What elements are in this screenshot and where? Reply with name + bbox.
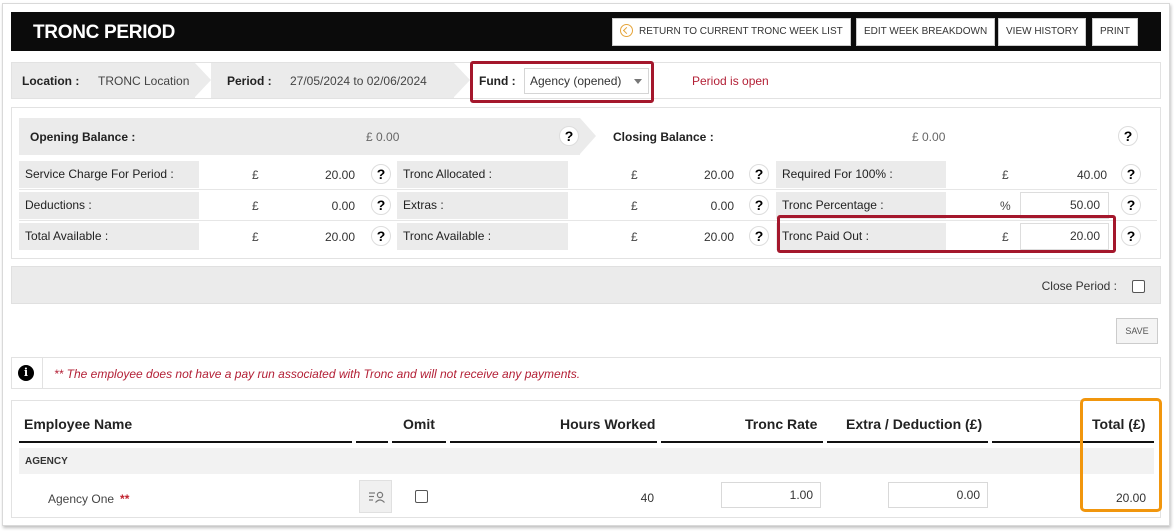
return-to-week-list-button[interactable]: RETURN TO CURRENT TRONC WEEK LIST [612,18,851,46]
currency-symbol: £ [1002,168,1009,182]
total-available-help-icon[interactable]: ? [371,226,391,246]
print-button[interactable]: PRINT [1092,18,1138,46]
employee-name[interactable]: Agency One ** [48,492,129,506]
col-employee-name: Employee Name [24,416,133,432]
view-history-button[interactable]: VIEW HISTORY [998,18,1087,46]
total-highlight-box [1080,398,1162,512]
total-available-label: Total Available : [19,223,199,250]
employee-details-button[interactable] [359,480,392,513]
tronc-allocated-label: Tronc Allocated : [397,161,568,188]
opening-balance-value: £ 0.00 [366,130,400,144]
extras-label: Extras : [397,192,568,219]
crumb-arrow [195,63,211,97]
required-100-help-icon[interactable]: ? [1121,164,1141,184]
tronc-paid-out-help-icon[interactable]: ? [1121,226,1141,246]
required-100-value: 40.00 [1076,168,1107,182]
tronc-available-value: 20.00 [703,230,734,244]
tronc-period-page: TRONC PERIOD RETURN TO CURRENT TRONC WEE… [2,3,1170,526]
extra-deduction-input[interactable]: 0.00 [888,482,988,508]
closing-balance-value: £ 0.00 [912,130,946,144]
group-label: AGENCY [25,456,68,467]
close-period-bar: Close Period : [11,266,1161,304]
balance-arrow [580,118,596,154]
tronc-rate-input[interactable]: 1.00 [721,482,821,508]
tronc-allocated-value: 20.00 [703,168,734,182]
close-period-checkbox[interactable] [1132,280,1145,293]
currency-symbol: £ [631,199,638,213]
percent-symbol: % [1000,199,1011,213]
opening-balance-row: Opening Balance : £ 0.00 ? [19,118,580,155]
fund-highlight-box [470,61,654,103]
header-underline [356,441,388,443]
service-charge-label: Service Charge For Period : [19,161,199,188]
opening-balance-label: Opening Balance : [30,130,136,144]
info-icon: i [18,365,34,381]
tronc-available-label: Tronc Available : [397,223,568,250]
page-header: TRONC PERIOD RETURN TO CURRENT TRONC WEE… [11,12,1161,51]
crumb-arrow [454,63,470,97]
extras-help-icon[interactable]: ? [749,195,769,215]
balance-panel: Opening Balance : £ 0.00 ? Closing Balan… [11,107,1161,259]
closing-balance-row: Closing Balance : £ 0.00 ? [602,118,1157,155]
save-button[interactable]: SAVE [1116,318,1158,344]
tronc-available-help-icon[interactable]: ? [749,226,769,246]
warning-divider [42,358,43,388]
service-charge-value: 20.00 [324,168,355,182]
employee-name-text: Agency One [48,492,115,506]
col-tronc-rate: Tronc Rate [745,416,818,432]
deductions-help-icon[interactable]: ? [371,195,391,215]
period-info-bar: Location : TRONC Location Period : 27/05… [11,61,1161,103]
period-status: Period is open [692,74,769,88]
hours-worked-value: 40 [640,491,654,505]
col-extra-deduction: Extra / Deduction (£) [846,416,983,432]
paid-out-highlight-box [777,215,1116,253]
omit-checkbox[interactable] [415,490,428,503]
row-divider [19,189,1157,190]
tronc-allocated-help-icon[interactable]: ? [749,164,769,184]
col-omit: Omit [403,416,435,432]
no-payrun-marker: ** [120,492,130,506]
warning-banner: i ** The employee does not have a pay ru… [11,357,1161,389]
page-title: TRONC PERIOD [33,22,176,43]
balance-grid-row: Service Charge For Period : £ 20.00 ? Tr… [19,161,1157,188]
person-list-icon [369,491,385,503]
header-underline [19,441,352,443]
period-value: 27/05/2024 to 02/06/2024 [290,74,427,88]
location-label: Location : [22,74,80,88]
deductions-value: 0.00 [331,199,355,213]
currency-symbol: £ [631,168,638,182]
currency-symbol: £ [252,199,259,213]
extras-value: 0.00 [710,199,734,213]
currency-symbol: £ [252,230,259,244]
col-hours-worked: Hours Worked [560,416,656,432]
total-available-value: 20.00 [324,230,355,244]
group-header-agency: AGENCY [19,448,1154,474]
header-underline [450,441,657,443]
return-button-label: RETURN TO CURRENT TRONC WEEK LIST [639,26,843,37]
back-circle-icon [620,24,633,37]
opening-balance-help-icon[interactable]: ? [559,126,579,146]
required-100-label: Required For 100% : [776,161,946,188]
currency-symbol: £ [631,230,638,244]
deductions-label: Deductions : [19,192,199,219]
period-label: Period : [227,74,272,88]
warning-message: ** The employee does not have a pay run … [54,367,581,381]
employee-table: Employee Name Omit Hours Worked Tronc Ra… [11,398,1162,518]
header-underline [392,441,446,443]
edit-week-breakdown-button[interactable]: EDIT WEEK BREAKDOWN [856,18,996,46]
tronc-percentage-help-icon[interactable]: ? [1121,195,1141,215]
closing-balance-help-icon[interactable]: ? [1118,126,1138,146]
location-value: TRONC Location [98,74,190,88]
header-underline [661,441,823,443]
close-period-label: Close Period : [1041,279,1117,293]
closing-balance-label: Closing Balance : [613,130,714,144]
currency-symbol: £ [252,168,259,182]
service-charge-help-icon[interactable]: ? [371,164,391,184]
header-underline [827,441,988,443]
